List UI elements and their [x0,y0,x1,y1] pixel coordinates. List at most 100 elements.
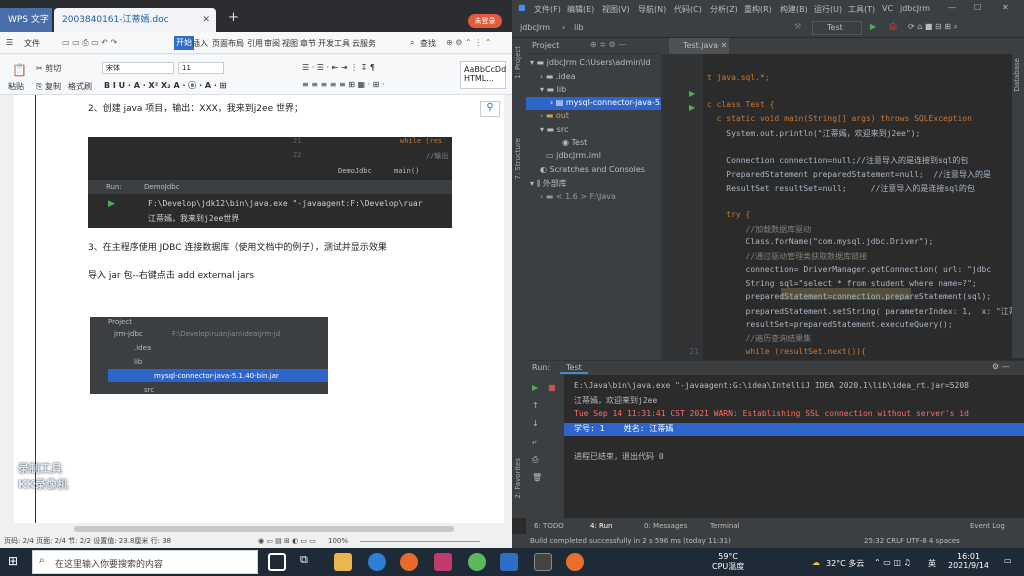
ide-menu-edit[interactable]: 编辑(E) [567,4,594,15]
ide-menu-refactor[interactable]: 重构(R) [744,4,772,15]
font-name-select[interactable]: 宋体 [102,62,174,74]
paste-label[interactable]: 粘贴 [8,81,24,92]
view-mode-icons[interactable]: ◉ ▭ ▤ ⊞ ◐ ▭ ▭ [258,535,316,548]
paragraph-buttons[interactable]: ☰ · ☰ · ⇤ ⇥ ⋮ ↧ ¶ [302,63,375,72]
hammer-icon[interactable]: ⚒ [794,22,801,31]
project-panel-icons[interactable]: ⊕ ≑ ⚙ — [590,40,626,49]
ide-menu-tools[interactable]: 工具(T) [848,4,875,15]
firefox-icon[interactable] [400,553,418,571]
structure-tool-tab[interactable]: 7: Structure [514,138,522,180]
style-gallery[interactable]: AaBbCcDd HTML... [460,61,506,89]
run-icon[interactable]: ▶ [870,22,876,31]
print-icon[interactable]: ⎙ [532,455,538,465]
tree-item[interactable]: ▾ ▬ jdbcJrm C:\Users\admin\Id [530,58,651,67]
recorder-icon[interactable] [566,553,584,571]
scroll-down-icon[interactable]: ↓ [532,419,539,428]
menu-chapter[interactable]: 章节 [300,38,316,49]
project-tool-tab[interactable]: 1: Project [514,46,522,79]
notification-icon[interactable]: ▭ [1004,556,1012,565]
menu-insert[interactable]: 插入 [192,38,208,49]
weather-text[interactable]: 32°C 多云 [826,558,864,569]
project-view-select[interactable]: Project [532,41,559,50]
scrollbar-thumb[interactable] [74,526,454,532]
ide-menu-vc[interactable]: VC [882,4,893,13]
tree-item[interactable]: ◐ Scratches and Consoles [540,165,645,174]
wrap-icon[interactable]: ⤶ [532,437,536,447]
stop-icon[interactable]: ■ [548,383,556,392]
code-editor[interactable]: Test.java ✕ 2122 ▶ ▶ t java.sql.*; c clas… [661,38,1012,360]
paste-icon[interactable]: 📋 [12,63,27,77]
search-label[interactable]: 查找 [420,38,436,49]
edge-icon[interactable] [368,553,386,571]
ide-menu-analyze[interactable]: 分析(Z) [710,4,738,15]
copy-button[interactable]: ⎘ 复制 [36,81,61,92]
breadcrumb-project[interactable]: jdbcJrm [520,23,550,32]
tree-item[interactable]: ▭ jdbcJrm.iml [546,151,601,160]
menu-cloud[interactable]: 云服务 [352,38,376,49]
format-painter-label[interactable]: 格式刷 [68,81,92,92]
run-class-icon[interactable]: ▶ [689,89,695,98]
app-icon[interactable] [468,553,486,571]
run-tool-tab[interactable]: 4: Run [590,522,612,530]
breadcrumb-lib[interactable]: lib [574,23,584,32]
ime-indicator[interactable]: 英 [928,558,936,569]
run-main-icon[interactable]: ▶ [689,103,695,112]
menu-review[interactable]: 审阅 [264,38,280,49]
document-tab[interactable]: 2003840161-江蒂嫣.doc ✕ [54,8,216,32]
tree-item[interactable]: ▾ ⫼ 外部库 [530,178,567,189]
tray-icons[interactable]: ⌃ ▭ ◫ ♫ [874,558,911,567]
terminal-icon[interactable] [534,553,552,571]
horizontal-scrollbar[interactable] [14,523,504,535]
ribbon-right-icons[interactable]: ⊕ ⚙ ⌃ ⋮ ⌃ [446,38,491,47]
minimize-icon[interactable]: — [948,3,956,12]
login-button[interactable]: 未登录 [468,14,502,28]
menu-reference[interactable]: 引用 [247,38,263,49]
ide-menu-file[interactable]: 文件(F) [534,4,561,15]
tree-item[interactable]: › ▬ .idea [540,72,576,81]
new-tab-icon[interactable]: + [228,10,239,25]
font-size-select[interactable]: 11 [178,62,224,74]
trash-icon[interactable]: 🗑 [532,473,542,482]
event-log-tab[interactable]: Event Log [970,522,1005,530]
ide-menu-code[interactable]: 代码(C) [674,4,702,15]
tree-item[interactable]: › ▬ < 1.6 > F:\Java [540,192,616,201]
hamburger-icon[interactable]: ☰ [6,38,13,47]
nav-toolbar-icons[interactable]: ⟳ ⌂ ■ ⊟ ⊞ ⌕ [908,22,958,32]
zoom-level[interactable]: 100% [328,535,348,548]
tree-item[interactable]: ▾ ▬ src [540,125,568,134]
cortana-icon[interactable] [268,553,286,571]
file-explorer-icon[interactable] [334,553,352,571]
menu-file[interactable]: 文件 [24,38,40,49]
run-tab[interactable]: Test [560,363,588,374]
maximize-icon[interactable]: ☐ [974,3,981,12]
zoom-slider[interactable] [360,541,480,542]
tree-item[interactable]: › ▬ out [540,111,569,120]
tree-item[interactable]: ▾ ▬ lib [540,85,566,94]
menu-devtools[interactable]: 开发工具 [318,38,350,49]
editor-tab-test[interactable]: Test.java ✕ [669,38,729,54]
menu-view[interactable]: 视图 [282,38,298,49]
intellij-icon[interactable] [434,553,452,571]
messages-tab[interactable]: 0: Messages [644,522,687,530]
run-config-select[interactable]: Test [812,21,862,35]
rerun-icon[interactable]: ▶ [532,383,538,392]
editor-status[interactable]: 25:32 CRLF UTF-8 4 spaces [864,534,960,548]
run-settings-icon[interactable]: ⚙ — [992,362,1010,371]
ide-menu-navigate[interactable]: 导航(N) [638,4,666,15]
tree-item[interactable]: ◉ Test [562,138,587,147]
format-buttons[interactable]: B I U · A · X² X₂ A · ⓐ · A · ⊞ [104,80,226,91]
align-buttons[interactable]: ≡ ≡ ≡ ≡ ≡ ⊞ ▦ · ⊞ · [302,80,384,89]
clock[interactable]: 16:01 2021/9/14 [948,552,989,570]
ide-menu-view[interactable]: 视图(V) [602,4,630,15]
cpu-temp-widget[interactable]: 59°C CPU温度 [712,552,744,572]
terminal-tab[interactable]: Terminal [710,522,740,530]
debug-icon[interactable]: 🐞 [888,22,898,31]
windows-start-icon[interactable]: ⊞ [8,554,18,568]
menu-layout[interactable]: 页面布局 [212,38,244,49]
taskbar-search[interactable]: ⌕ 在这里输入你要搜索的内容 [32,550,258,574]
wps-app-tab[interactable]: WPS 文字 [0,8,52,32]
search-icon[interactable]: ⌕ [410,38,414,48]
wps-icon[interactable] [500,553,518,571]
close-tab-icon[interactable]: ✕ [202,8,210,32]
close-icon[interactable]: ✕ [1002,3,1009,12]
